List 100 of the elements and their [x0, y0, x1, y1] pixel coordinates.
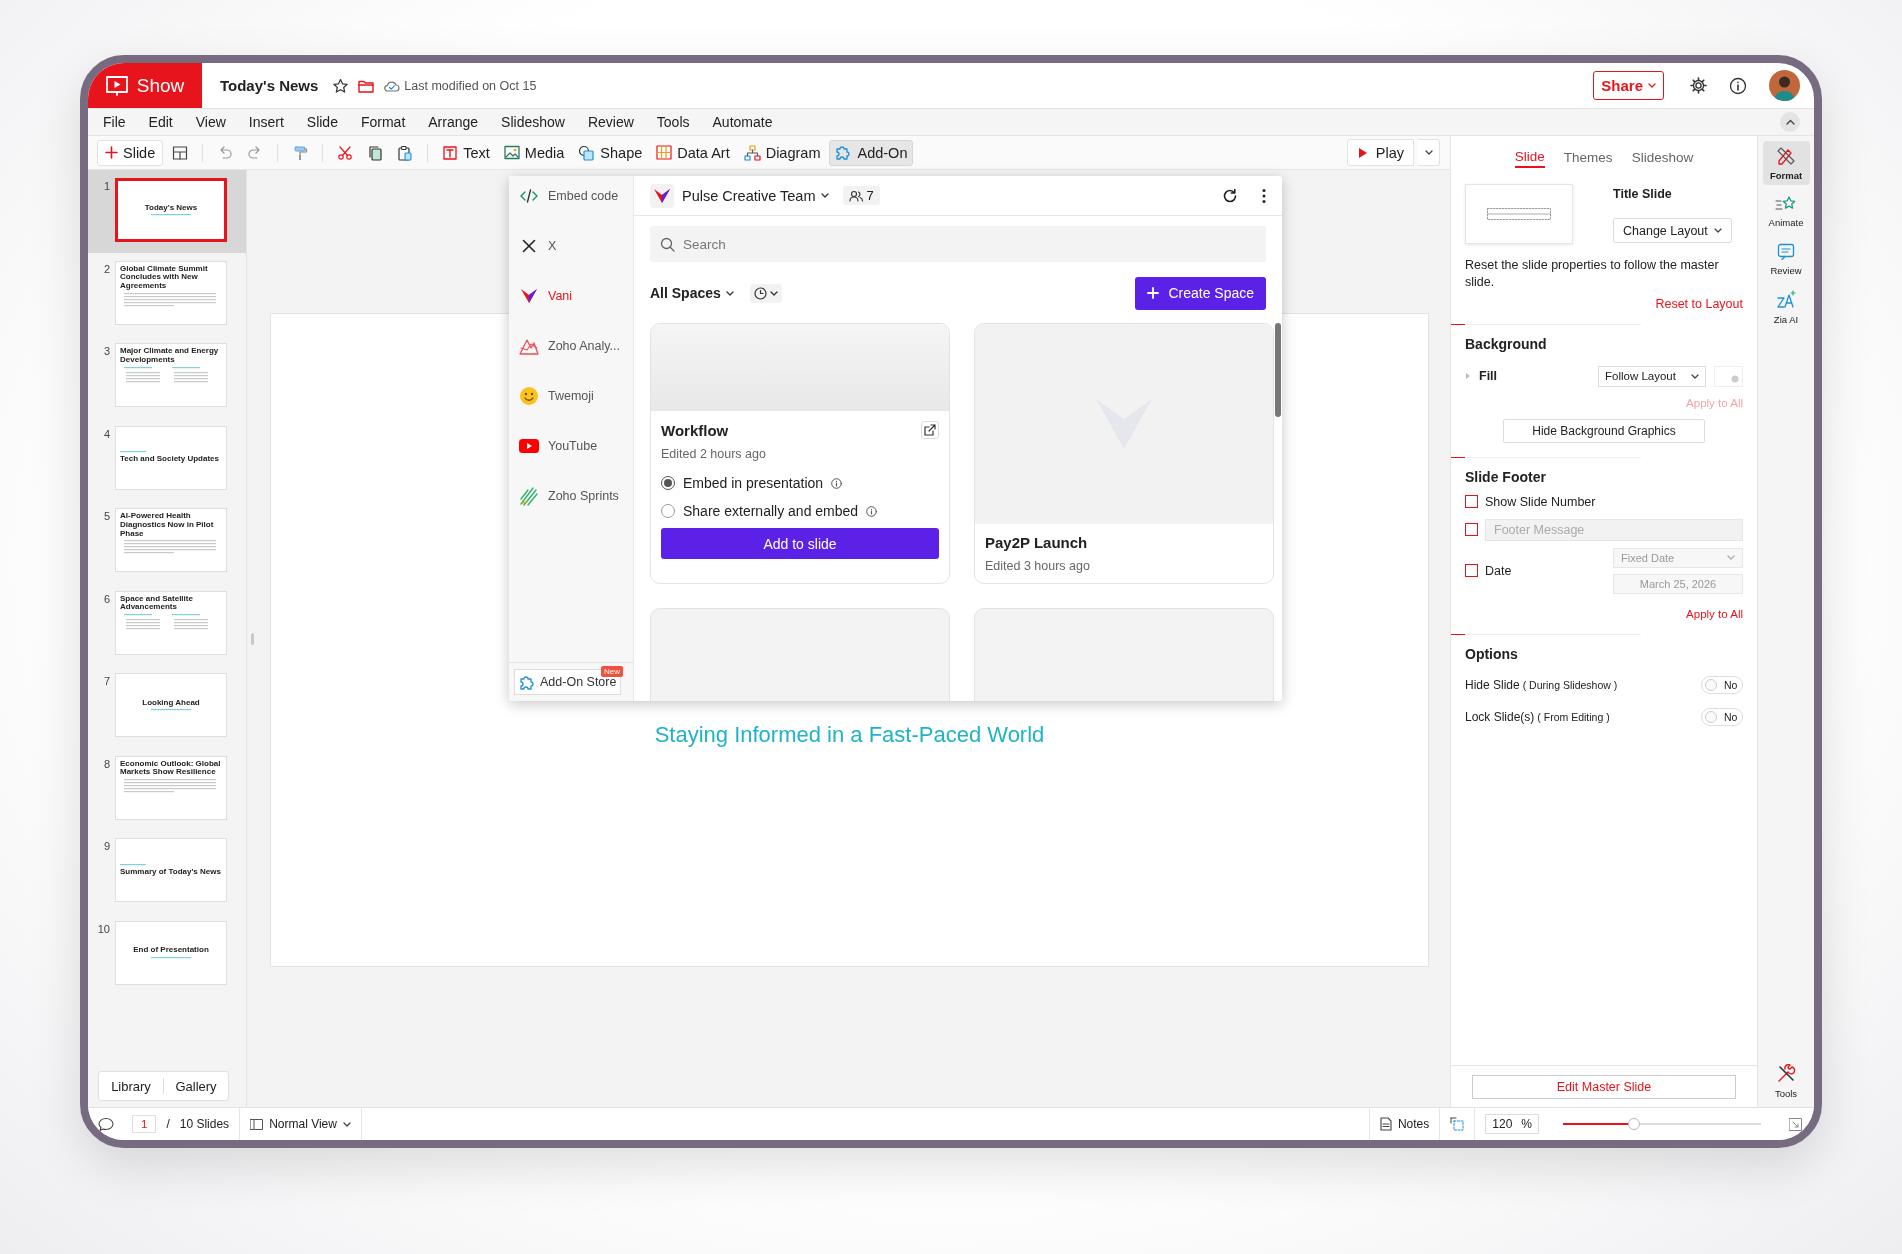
info-icon[interactable]	[1729, 76, 1747, 95]
fit-screen-icon[interactable]	[1789, 1117, 1802, 1131]
color-swatch[interactable]	[1714, 365, 1743, 387]
addon-item[interactable]: Embed code	[509, 176, 633, 216]
edit-master-slide-button[interactable]: Edit Master Slide	[1472, 1075, 1736, 1099]
checkbox[interactable]	[1465, 523, 1478, 537]
tools-button[interactable]: Tools	[1762, 1059, 1810, 1103]
toggle-switch[interactable]: No	[1701, 707, 1743, 726]
apply-all-link[interactable]: Apply to All	[1465, 607, 1743, 620]
play-button[interactable]: Play	[1346, 139, 1414, 166]
more-icon[interactable]	[1262, 187, 1266, 204]
view-dropdown[interactable]: Normal View	[250, 1117, 351, 1131]
settings-icon[interactable]	[1690, 77, 1707, 94]
paint-roller-icon[interactable]	[292, 144, 309, 161]
resize-handle[interactable]	[251, 633, 254, 645]
slider-thumb[interactable]	[1628, 1118, 1641, 1130]
slide-thumbnail[interactable]: Summary of Today's News	[115, 838, 227, 902]
shape-button[interactable]: Shape	[573, 139, 648, 166]
diagram-button[interactable]: Diagram	[738, 139, 826, 166]
footer-message-field[interactable]: Footer Message	[1485, 518, 1743, 541]
menu-item[interactable]: Edit	[148, 114, 173, 130]
slide-thumbnail[interactable]: Economic Outlook: Global Markets Show Resilience	[115, 755, 227, 820]
folder-icon[interactable]	[358, 78, 375, 93]
menu-item[interactable]: Insert	[248, 114, 284, 130]
side-tab[interactable]: Format	[1762, 141, 1810, 185]
slide-thumbnail[interactable]: Looking Ahead	[115, 673, 227, 737]
document-title[interactable]: Today's News	[220, 77, 319, 94]
scissors-icon[interactable]	[337, 144, 354, 161]
slide-thumbnail[interactable]: Major Climate and Energy Developments	[115, 343, 227, 407]
change-layout-button[interactable]: Change Layout	[1613, 218, 1732, 243]
spaces-dropdown[interactable]: All Spaces	[650, 285, 734, 301]
external-link-icon[interactable]	[924, 424, 936, 436]
slide-thumbnail[interactable]: End of Presentation	[115, 920, 227, 985]
hide-background-graphics-button[interactable]: Hide Background Graphics	[1503, 418, 1705, 443]
star-icon[interactable]	[332, 77, 350, 94]
fill-dropdown[interactable]: Follow Layout	[1598, 365, 1706, 387]
menu-item[interactable]: Arrange	[428, 114, 479, 130]
scrollbar-thumb[interactable]	[1275, 323, 1281, 417]
menu-item[interactable]: View	[195, 114, 226, 130]
radio-label[interactable]: Share externally and embed	[683, 503, 859, 519]
slide-thumbnail[interactable]: Tech and Society Updates	[115, 425, 227, 490]
slide-thumbnail[interactable]: Global Climate Summit Concludes with New Agreements	[115, 260, 227, 325]
user-avatar[interactable]	[1769, 70, 1800, 101]
side-tab[interactable]: Review	[1762, 237, 1810, 281]
panel-button[interactable]: Library	[99, 1072, 163, 1100]
slide-thumbnail[interactable]: Space and Satellite Advancements	[115, 590, 227, 655]
data-art-button[interactable]: Data Art	[651, 139, 735, 166]
create-space-button[interactable]: Create Space	[1135, 276, 1266, 310]
menu-item[interactable]: Format	[360, 114, 406, 130]
toggle-switch[interactable]: No	[1701, 675, 1743, 694]
reset-link[interactable]: Reset to Layout	[1465, 296, 1743, 311]
addon-item[interactable]: Vani	[509, 276, 633, 316]
layout-icon[interactable]	[172, 144, 189, 161]
menu-item[interactable]: Review	[587, 114, 634, 130]
addon-item[interactable]: YouTube	[509, 426, 633, 466]
checkbox[interactable]	[1465, 495, 1478, 509]
addon-item[interactable]: Zoho Sprints	[509, 476, 633, 516]
radio-button[interactable]	[661, 476, 675, 490]
refresh-icon[interactable]	[1222, 187, 1238, 204]
member-count[interactable]: 7	[842, 186, 880, 205]
radio-button[interactable]	[661, 504, 675, 518]
search-field[interactable]: Search	[650, 226, 1266, 262]
menu-item[interactable]: File	[103, 114, 126, 130]
add-on-button[interactable]: Add-On	[829, 139, 914, 166]
share-button[interactable]: Share	[1593, 71, 1664, 100]
menu-item[interactable]: Automate	[712, 114, 773, 130]
page-number-field[interactable]: 1	[132, 1115, 157, 1133]
menu-item[interactable]: Tools	[656, 114, 690, 130]
info-icon[interactable]	[831, 477, 843, 489]
panel-tab[interactable]: Slideshow	[1631, 147, 1694, 168]
notes-button[interactable]: Notes	[1379, 1117, 1430, 1131]
fit-slide-icon[interactable]	[1450, 1117, 1465, 1131]
addon-item[interactable]: Zoho Analy...	[509, 326, 633, 366]
slide-thumbnail[interactable]: AI-Powered Health Diagnostics Now in Pilot Phase	[115, 508, 227, 572]
text-button[interactable]: Text	[437, 139, 495, 166]
chat-icon[interactable]	[98, 1116, 114, 1132]
space-card[interactable]: Workflow Edited 2 hours ago Embed in presentation Share externally and embed Add to slide	[650, 323, 950, 584]
menu-item[interactable]: Slideshow	[501, 114, 565, 130]
panel-tab[interactable]: Slide	[1514, 147, 1545, 168]
panel-tab[interactable]: Themes	[1563, 147, 1613, 168]
side-tab[interactable]: Animate	[1762, 189, 1810, 233]
panel-button[interactable]: Gallery	[164, 1072, 228, 1100]
addon-item[interactable]: Twemoji	[509, 376, 633, 416]
new-slide-button[interactable]: Slide	[97, 139, 164, 166]
paste-icon[interactable]	[397, 144, 414, 161]
checkbox-label[interactable]: Show Slide Number	[1485, 494, 1596, 509]
copy-icon[interactable]	[367, 144, 384, 161]
app-logo[interactable]: Show	[88, 63, 202, 108]
slide-thumbnail[interactable]: Today's News	[115, 178, 227, 242]
sort-button[interactable]	[749, 283, 782, 303]
zoom-field[interactable]: 120 %	[1485, 1114, 1539, 1134]
add-to-slide-button[interactable]: Add to slide	[661, 528, 939, 559]
side-tab[interactable]: Zia AI	[1762, 285, 1810, 329]
info-icon[interactable]	[866, 505, 878, 517]
radio-label[interactable]: Embed in presentation	[683, 475, 824, 491]
media-button[interactable]: Media	[498, 139, 570, 166]
team-dropdown[interactable]: Pulse Creative Team	[682, 187, 829, 204]
addon-item[interactable]: X	[509, 226, 633, 266]
collapse-button[interactable]	[1780, 112, 1800, 132]
menu-item[interactable]: Slide	[306, 114, 338, 130]
